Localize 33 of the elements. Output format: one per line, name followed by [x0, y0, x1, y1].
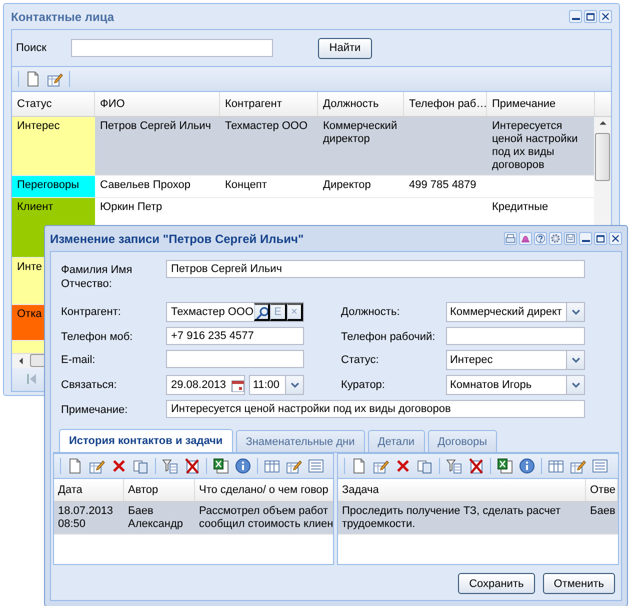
search-label: Поиск: [16, 42, 48, 54]
field-label: Примечание:: [61, 403, 129, 417]
field-label: Связаться:: [61, 378, 118, 392]
status-label: Клиент: [17, 201, 54, 214]
table-cell-text: Петров Сергей Ильич: [99, 119, 212, 134]
table-cell-text: 499 785 4879: [408, 178, 478, 193]
table-cell-text: 18.07.2013 08:50: [57, 504, 114, 532]
table-cell-text: Кредитные: [491, 200, 550, 215]
table-cell-text: Юркин Петр: [99, 200, 164, 215]
table-cell-text: Директор: [322, 178, 372, 193]
status-label: Интерес: [17, 120, 60, 133]
field-label: Куратор:: [340, 378, 386, 392]
status-label: Инте: [17, 261, 42, 274]
field-label: Контрагент:: [61, 305, 122, 319]
table-cell-text: Проследить получение ТЗ, сделать расчет трудоемкости.: [341, 504, 562, 532]
status-label: Переговоры: [17, 179, 80, 192]
field-label: Телефон рабочий:: [340, 330, 436, 344]
table-cell-text: Концепт: [224, 178, 268, 193]
field-label: Телефон моб:: [61, 330, 134, 344]
dialog-title: Изменение записи "Петров Сергей Ильич": [50, 232, 305, 246]
table-cell-text: Баев Александр: [127, 504, 184, 532]
table-cell-text: Баев: [589, 504, 616, 519]
field-label: Статус:: [340, 353, 380, 367]
table-cell-text: Техмастер ООО: [224, 119, 309, 134]
field-label: E-mail:: [61, 353, 96, 367]
window-title: Контактные лица: [11, 10, 116, 24]
field-label: Фамилия Имя Отчество:: [61, 263, 134, 292]
status-label: Отка: [17, 308, 42, 321]
field-label: Должность:: [340, 305, 401, 319]
table-cell-text: Коммерческий директор: [322, 119, 398, 147]
table-cell-text: Рассмотрел объем работ сообщил стоимость клиен: [198, 504, 333, 532]
table-cell-text: Савельев Прохор: [99, 178, 192, 193]
table-cell-text: Интересуется ценой настройки под их виды договоров: [491, 119, 579, 173]
